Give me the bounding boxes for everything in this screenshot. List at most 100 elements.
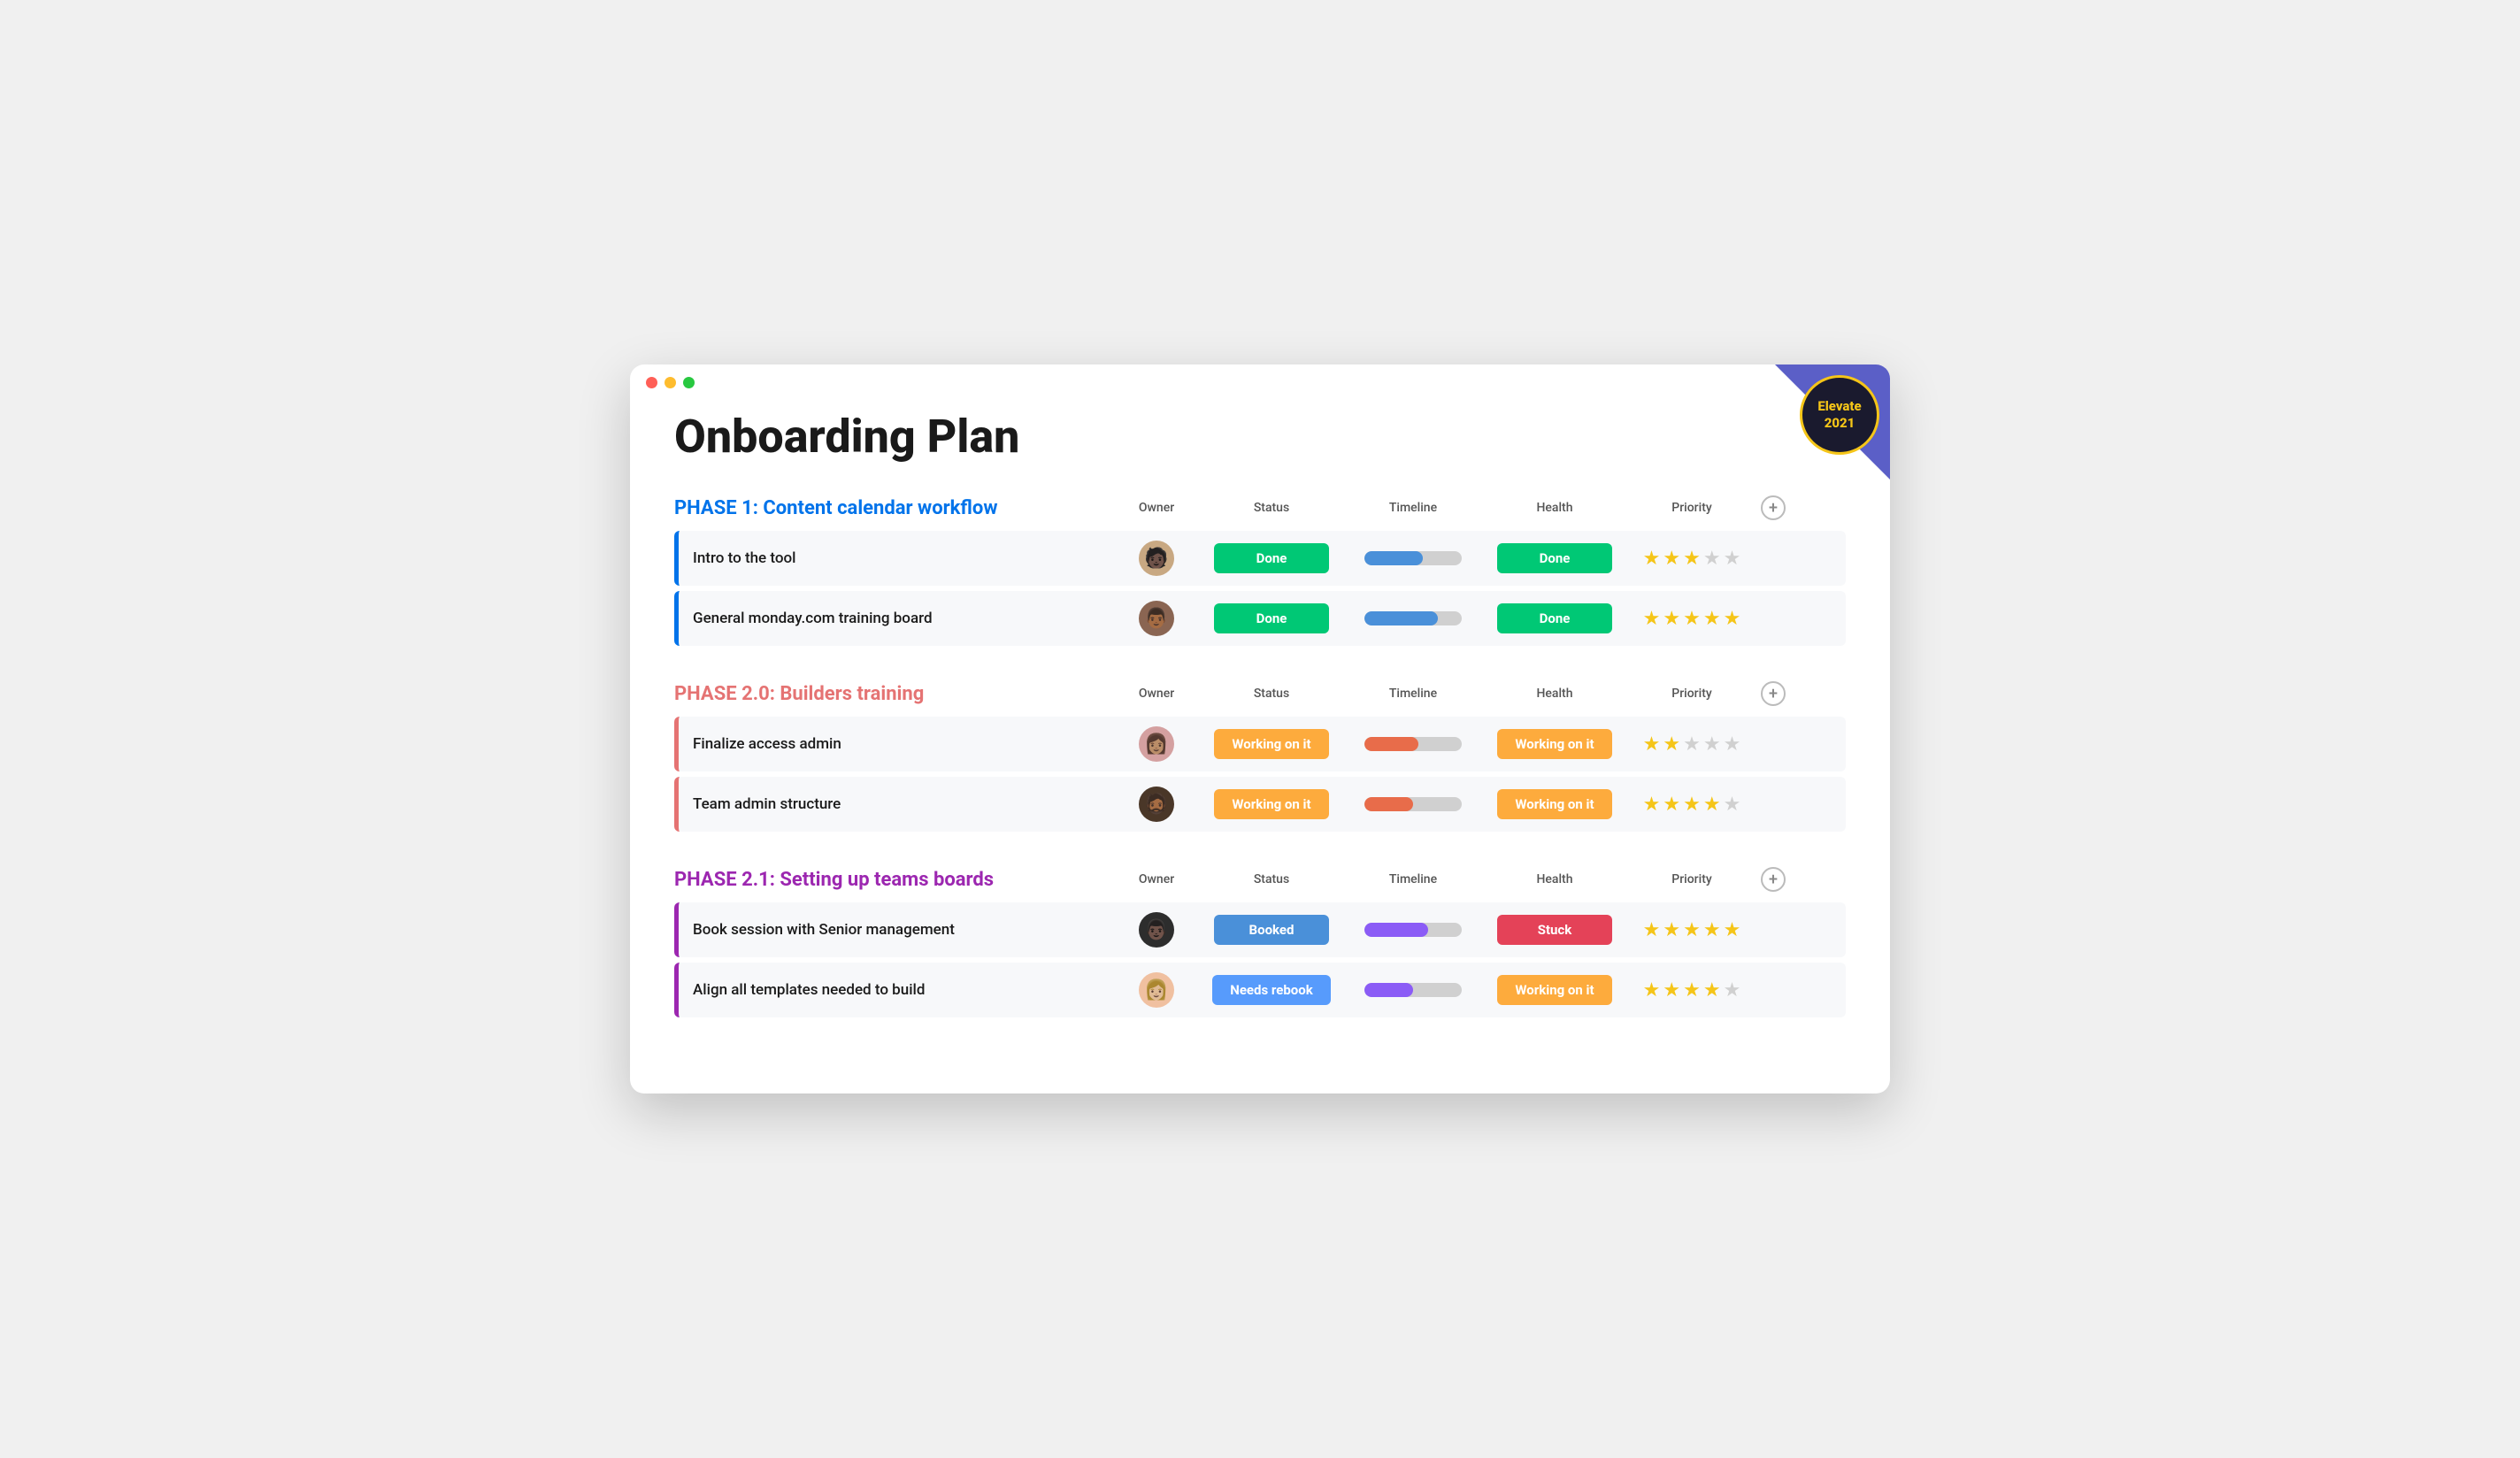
star-icon: ★ xyxy=(1703,794,1721,816)
star-icon: ★ xyxy=(1663,919,1680,941)
cell-owner: 🧔🏾 xyxy=(1117,787,1196,822)
minimize-dot[interactable] xyxy=(665,377,676,388)
cell-health[interactable]: Stuck xyxy=(1479,915,1630,945)
star-icon: ★ xyxy=(1703,733,1721,756)
col-header-status: Status xyxy=(1196,872,1347,886)
star-icon: ★ xyxy=(1663,608,1680,630)
star-icon: ★ xyxy=(1703,919,1721,941)
star-icon: ★ xyxy=(1683,733,1701,756)
cell-owner: 🧑🏿 xyxy=(1117,541,1196,576)
timeline-bar xyxy=(1364,797,1462,811)
star-icon: ★ xyxy=(1724,919,1741,941)
star-icon: ★ xyxy=(1663,733,1680,756)
star-icon: ★ xyxy=(1663,979,1680,1001)
phase-header-phase1: PHASE 1: Content calendar workflow Owner… xyxy=(674,495,1846,520)
health-badge[interactable]: Working on it xyxy=(1497,729,1612,759)
avatar: 👨🏿 xyxy=(1139,912,1174,948)
plus-icon[interactable]: + xyxy=(1761,867,1786,892)
health-badge[interactable]: Working on it xyxy=(1497,975,1612,1005)
table-row[interactable]: General monday.com training board 👨🏾 Don… xyxy=(674,591,1846,646)
timeline-bar xyxy=(1364,983,1462,997)
star-icon: ★ xyxy=(1643,919,1661,941)
task-cells: 👩🏼 Needs rebook Working on it ★★★★★ xyxy=(1117,972,1846,1008)
table-row[interactable]: Team admin structure 🧔🏾 Working on it Wo… xyxy=(674,777,1846,832)
col-header-health: Health xyxy=(1479,687,1630,701)
avatar: 🧔🏾 xyxy=(1139,787,1174,822)
cell-status[interactable]: Working on it xyxy=(1196,729,1347,759)
health-badge[interactable]: Done xyxy=(1497,543,1612,573)
cell-health[interactable]: Done xyxy=(1479,603,1630,633)
star-icon: ★ xyxy=(1683,919,1701,941)
timeline-bar xyxy=(1364,737,1462,751)
cell-owner: 👩🏼 xyxy=(1117,972,1196,1008)
status-badge[interactable]: Needs rebook xyxy=(1212,975,1331,1005)
status-badge[interactable]: Done xyxy=(1214,603,1329,633)
main-content: Onboarding Plan PHASE 1: Content calenda… xyxy=(630,401,1890,1088)
phase-header-phase2: PHASE 2.0: Builders training Owner Statu… xyxy=(674,681,1846,706)
add-column-btn[interactable]: + xyxy=(1754,495,1786,520)
star-icon: ★ xyxy=(1724,608,1741,630)
star-icon: ★ xyxy=(1724,548,1741,570)
phase-title-phase21: PHASE 2.1: Setting up teams boards xyxy=(674,869,1117,891)
timeline-fill xyxy=(1364,983,1413,997)
badge-line2: 2021 xyxy=(1825,415,1855,433)
task-cells: 🧔🏾 Working on it Working on it ★★★★★ xyxy=(1117,787,1846,822)
star-icon: ★ xyxy=(1703,979,1721,1001)
col-header-timeline: Timeline xyxy=(1347,872,1479,886)
star-icon: ★ xyxy=(1663,548,1680,570)
cell-health[interactable]: Working on it xyxy=(1479,975,1630,1005)
task-cells: 👩🏽 Working on it Working on it ★★★★★ xyxy=(1117,726,1846,762)
column-headers-phase21: Owner Status Timeline Health Priority + xyxy=(1117,867,1846,892)
cell-health[interactable]: Working on it xyxy=(1479,789,1630,819)
cell-status[interactable]: Done xyxy=(1196,603,1347,633)
star-icon: ★ xyxy=(1724,979,1741,1001)
cell-status[interactable]: Booked xyxy=(1196,915,1347,945)
phase-title-phase2: PHASE 2.0: Builders training xyxy=(674,683,1117,705)
cell-status[interactable]: Working on it xyxy=(1196,789,1347,819)
phases-container: PHASE 1: Content calendar workflow Owner… xyxy=(674,495,1846,1017)
status-badge[interactable]: Working on it xyxy=(1214,729,1329,759)
timeline-bar xyxy=(1364,611,1462,625)
timeline-fill xyxy=(1364,611,1438,625)
col-header-timeline: Timeline xyxy=(1347,687,1479,701)
timeline-fill xyxy=(1364,923,1428,937)
cell-health[interactable]: Working on it xyxy=(1479,729,1630,759)
table-row[interactable]: Align all templates needed to build 👩🏼 N… xyxy=(674,963,1846,1017)
col-header-priority: Priority xyxy=(1630,501,1754,515)
plus-icon[interactable]: + xyxy=(1761,681,1786,706)
plus-icon[interactable]: + xyxy=(1761,495,1786,520)
health-badge[interactable]: Working on it xyxy=(1497,789,1612,819)
table-row[interactable]: Finalize access admin 👩🏽 Working on it W… xyxy=(674,717,1846,771)
task-name: Book session with Senior management xyxy=(679,912,1117,948)
add-column-btn[interactable]: + xyxy=(1754,681,1786,706)
col-header-status: Status xyxy=(1196,687,1347,701)
cell-status[interactable]: Needs rebook xyxy=(1196,975,1347,1005)
col-header-status: Status xyxy=(1196,501,1347,515)
task-cells: 👨🏿 Booked Stuck ★★★★★ xyxy=(1117,912,1846,948)
star-icon: ★ xyxy=(1643,733,1661,756)
col-header-owner: Owner xyxy=(1117,872,1196,886)
cell-priority: ★★★★★ xyxy=(1630,794,1754,816)
add-column-btn[interactable]: + xyxy=(1754,867,1786,892)
cell-timeline xyxy=(1347,551,1479,565)
cell-status[interactable]: Done xyxy=(1196,543,1347,573)
table-row[interactable]: Intro to the tool 🧑🏿 Done Done ★★★★ xyxy=(674,531,1846,586)
status-badge[interactable]: Done xyxy=(1214,543,1329,573)
task-name: Align all templates needed to build xyxy=(679,972,1117,1008)
cell-timeline xyxy=(1347,611,1479,625)
timeline-bar xyxy=(1364,551,1462,565)
status-badge[interactable]: Working on it xyxy=(1214,789,1329,819)
table-row[interactable]: Book session with Senior management 👨🏿 B… xyxy=(674,902,1846,957)
cell-owner: 👩🏽 xyxy=(1117,726,1196,762)
col-header-priority: Priority xyxy=(1630,687,1754,701)
health-badge[interactable]: Stuck xyxy=(1497,915,1612,945)
close-dot[interactable] xyxy=(646,377,657,388)
col-header-owner: Owner xyxy=(1117,687,1196,701)
cell-health[interactable]: Done xyxy=(1479,543,1630,573)
health-badge[interactable]: Done xyxy=(1497,603,1612,633)
col-header-priority: Priority xyxy=(1630,872,1754,886)
cell-owner: 👨🏾 xyxy=(1117,601,1196,636)
status-badge[interactable]: Booked xyxy=(1214,915,1329,945)
col-header-timeline: Timeline xyxy=(1347,501,1479,515)
maximize-dot[interactable] xyxy=(683,377,695,388)
